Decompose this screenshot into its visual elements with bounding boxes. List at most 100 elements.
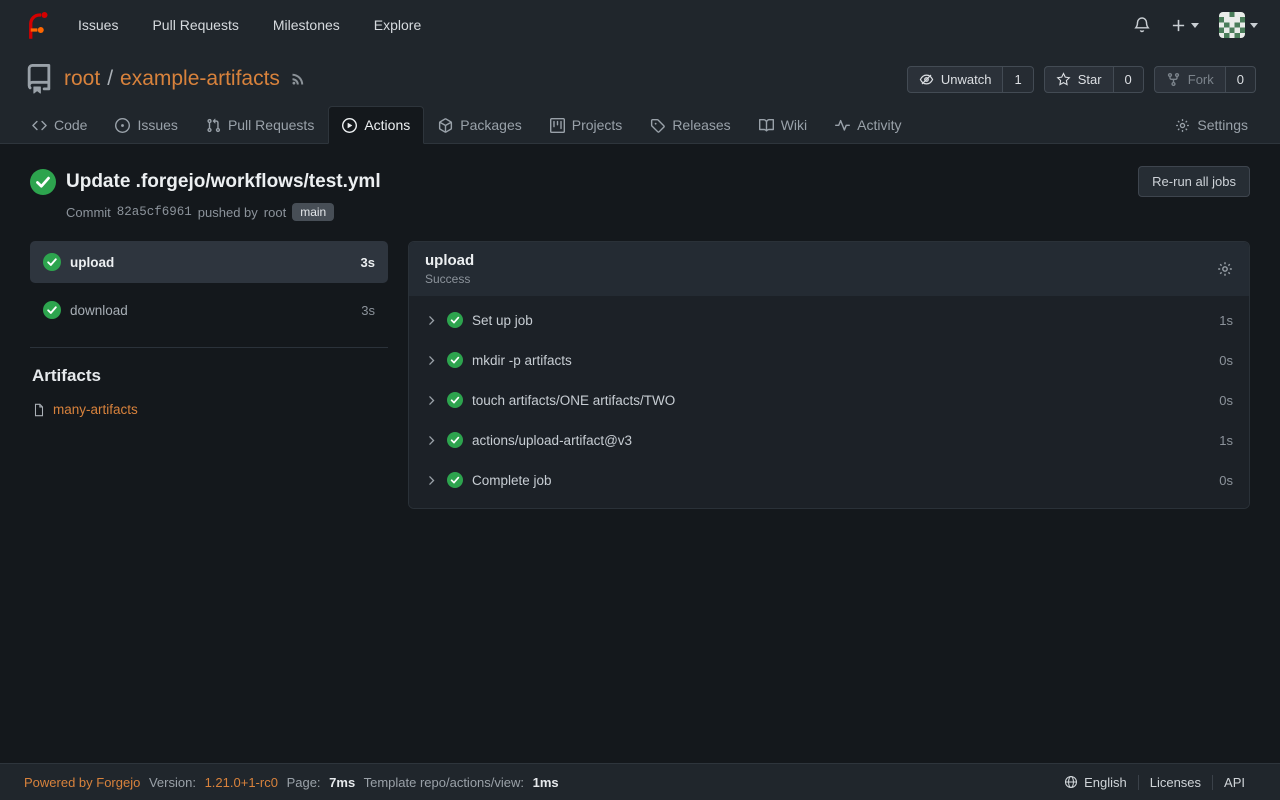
step-success-icon: [447, 472, 463, 488]
repo-header: root / example-artifacts: [0, 50, 1280, 100]
tab-label: Wiki: [781, 117, 807, 133]
gear-icon: [1175, 118, 1190, 133]
api-link[interactable]: API: [1212, 775, 1256, 790]
fork-button[interactable]: Fork: [1154, 66, 1226, 93]
tab-pull-requests[interactable]: Pull Requests: [192, 106, 328, 144]
tab-releases[interactable]: Releases: [636, 106, 744, 144]
run-columns: upload 3s download 3s Artifacts: [30, 241, 1250, 509]
branch-badge[interactable]: main: [292, 203, 334, 221]
fork-label: Fork: [1188, 72, 1214, 87]
unwatch-label: Unwatch: [941, 72, 992, 87]
step-label: actions/upload-artifact@v3: [472, 433, 632, 448]
step-row-complete[interactable]: Complete job 0s: [409, 460, 1249, 500]
licenses-link[interactable]: Licenses: [1138, 775, 1212, 790]
version-link[interactable]: 1.21.0+1-rc0: [205, 775, 278, 790]
step-label: touch artifacts/ONE artifacts/TWO: [472, 393, 675, 408]
template-time-label: Template repo/actions/view:: [364, 775, 524, 790]
language-selector[interactable]: English: [1053, 775, 1138, 790]
step-success-icon: [447, 352, 463, 368]
user-menu-button[interactable]: [1219, 12, 1258, 38]
tag-icon: [650, 118, 665, 133]
page-time-value: 7ms: [329, 775, 355, 790]
file-icon: [32, 403, 46, 417]
watch-button-group: Unwatch 1: [907, 66, 1034, 93]
nav-item-milestones[interactable]: Milestones: [273, 17, 340, 33]
chevron-right-icon[interactable]: [425, 474, 438, 487]
create-new-button[interactable]: [1171, 18, 1199, 33]
watchers-count[interactable]: 1: [1003, 66, 1033, 93]
artifacts-heading: Artifacts: [32, 366, 386, 386]
artifact-item[interactable]: many-artifacts: [32, 402, 386, 417]
tab-label: Releases: [672, 117, 730, 133]
repo-owner-link[interactable]: root: [64, 67, 100, 91]
step-row-upload-artifact[interactable]: actions/upload-artifact@v3 1s: [409, 420, 1249, 460]
code-icon: [32, 118, 47, 133]
tab-settings[interactable]: Settings: [1161, 106, 1262, 144]
page-time-label: Page:: [287, 775, 321, 790]
language-label: English: [1084, 775, 1127, 790]
gear-icon: [1217, 261, 1233, 277]
stars-count[interactable]: 0: [1114, 66, 1144, 93]
job-name: upload: [70, 255, 114, 270]
jobs-sidebar: upload 3s download 3s Artifacts: [30, 241, 388, 417]
unwatch-button[interactable]: Unwatch: [907, 66, 1004, 93]
nav-item-issues[interactable]: Issues: [78, 17, 118, 33]
chevron-down-icon: [1250, 23, 1258, 28]
tab-code[interactable]: Code: [18, 106, 101, 144]
step-duration: 0s: [1219, 353, 1233, 368]
run-title: Update .forgejo/workflows/test.yml: [66, 171, 381, 193]
tab-wiki[interactable]: Wiki: [745, 106, 821, 144]
forks-count[interactable]: 0: [1226, 66, 1256, 93]
chevron-right-icon[interactable]: [425, 394, 438, 407]
job-row-upload[interactable]: upload 3s: [30, 241, 388, 283]
step-row-touch[interactable]: touch artifacts/ONE artifacts/TWO 0s: [409, 380, 1249, 420]
nav-item-explore[interactable]: Explore: [374, 17, 421, 33]
chevron-right-icon[interactable]: [425, 354, 438, 367]
pulse-icon: [835, 118, 850, 133]
commit-author-link[interactable]: root: [264, 205, 286, 220]
job-options-button[interactable]: [1217, 261, 1233, 277]
tab-projects[interactable]: Projects: [536, 106, 637, 144]
rss-icon[interactable]: [290, 71, 306, 87]
chevron-right-icon[interactable]: [425, 314, 438, 327]
fork-button-group: Fork 0: [1154, 66, 1256, 93]
artifacts-section: Artifacts many-artifacts: [30, 347, 388, 417]
commit-sha-link[interactable]: 82a5cf6961: [117, 205, 192, 219]
tab-activity[interactable]: Activity: [821, 106, 915, 144]
artifact-download-link[interactable]: many-artifacts: [53, 402, 138, 417]
notifications-button[interactable]: [1133, 16, 1151, 34]
repository-icon: [24, 64, 54, 94]
tab-label: Issues: [137, 117, 177, 133]
step-duration: 0s: [1219, 393, 1233, 408]
pushed-by-text: pushed by: [198, 205, 258, 220]
eye-slash-icon: [919, 72, 934, 87]
tab-label: Projects: [572, 117, 623, 133]
avatar: [1219, 12, 1245, 38]
run-success-icon: [30, 169, 56, 195]
step-row-mkdir[interactable]: mkdir -p artifacts 0s: [409, 340, 1249, 380]
star-icon: [1056, 72, 1071, 87]
star-button[interactable]: Star: [1044, 66, 1114, 93]
job-success-icon: [43, 253, 61, 271]
repo-name-link[interactable]: example-artifacts: [120, 67, 280, 91]
tab-label: Actions: [364, 117, 410, 133]
job-detail-header: upload Success: [409, 242, 1249, 296]
job-detail-name: upload: [425, 252, 474, 269]
forgejo-logo-icon[interactable]: [22, 10, 52, 40]
nav-item-pull-requests[interactable]: Pull Requests: [152, 17, 238, 33]
version-label: Version:: [149, 775, 196, 790]
star-button-group: Star 0: [1044, 66, 1144, 93]
actions-run-view: Update .forgejo/workflows/test.yml Re-ru…: [0, 144, 1280, 763]
tab-issues[interactable]: Issues: [101, 106, 191, 144]
job-row-download[interactable]: download 3s: [30, 289, 388, 331]
tab-label: Activity: [857, 117, 901, 133]
tab-packages[interactable]: Packages: [424, 106, 535, 144]
step-row-setup[interactable]: Set up job 1s: [409, 300, 1249, 340]
tab-actions[interactable]: Actions: [328, 106, 424, 144]
chevron-right-icon[interactable]: [425, 434, 438, 447]
bell-icon: [1133, 16, 1151, 34]
globe-icon: [1064, 775, 1078, 789]
job-duration: 3s: [361, 255, 375, 270]
powered-by-link[interactable]: Powered by Forgejo: [24, 775, 140, 790]
rerun-all-jobs-button[interactable]: Re-run all jobs: [1138, 166, 1250, 197]
